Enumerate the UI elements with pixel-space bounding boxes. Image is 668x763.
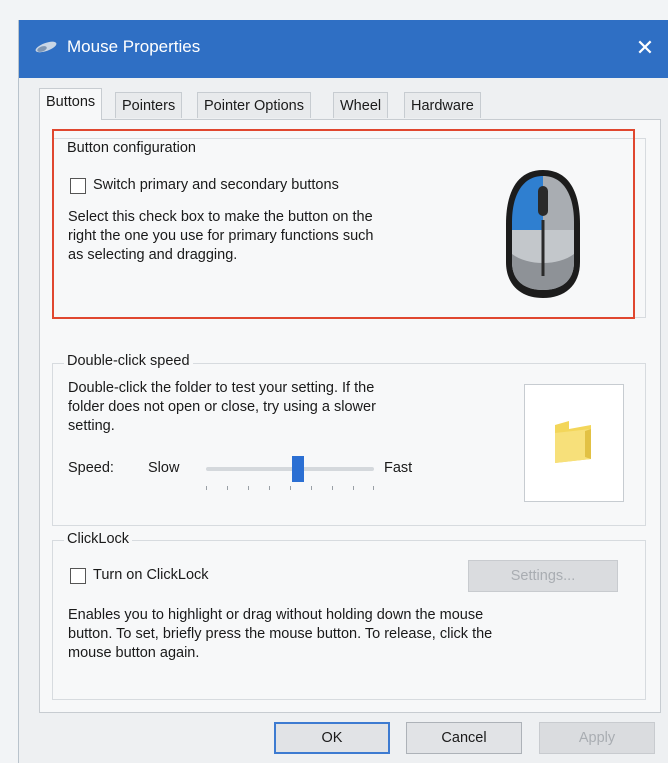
slider-track[interactable] bbox=[206, 467, 374, 471]
close-icon[interactable]: ✕ bbox=[629, 32, 661, 64]
window-title: Mouse Properties bbox=[67, 37, 201, 56]
title-bar[interactable]: Mouse Properties ✕ bbox=[19, 20, 668, 78]
clicklock-label: ClickLock bbox=[64, 531, 133, 547]
slider-tick bbox=[332, 486, 333, 490]
fast-label: Fast bbox=[384, 460, 413, 476]
clicklock-settings-button[interactable]: Settings... bbox=[468, 560, 618, 592]
double-click-speed-label: Double-click speed bbox=[64, 353, 193, 369]
slider-tick bbox=[269, 486, 270, 490]
slider-tick bbox=[373, 486, 374, 490]
clicklock-checkbox[interactable] bbox=[70, 568, 86, 584]
button-configuration-highlight bbox=[52, 129, 635, 319]
slider-tick bbox=[227, 486, 228, 490]
ok-button[interactable]: OK bbox=[274, 722, 390, 754]
tab-hardware[interactable]: Hardware bbox=[404, 92, 481, 118]
double-click-speed-slider[interactable] bbox=[206, 456, 374, 496]
slider-tick bbox=[311, 486, 312, 490]
tab-pointer-options[interactable]: Pointer Options bbox=[197, 92, 311, 118]
slider-tick bbox=[248, 486, 249, 490]
slider-thumb[interactable] bbox=[292, 456, 305, 482]
slider-tick bbox=[353, 486, 354, 490]
mouse-properties-window: Mouse Properties ✕ Buttons Pointers Poin… bbox=[18, 20, 668, 763]
folder-icon[interactable] bbox=[551, 419, 595, 470]
double-click-description-line-3: setting. bbox=[68, 418, 115, 434]
slider-tick bbox=[206, 486, 207, 490]
clicklock-checkbox-label[interactable]: Turn on ClickLock bbox=[93, 565, 209, 585]
apply-button[interactable]: Apply bbox=[539, 722, 655, 754]
tab-wheel[interactable]: Wheel bbox=[333, 92, 389, 118]
slider-tick bbox=[290, 486, 291, 490]
clicklock-description-line-3: mouse button again. bbox=[68, 645, 200, 661]
cancel-button[interactable]: Cancel bbox=[406, 722, 522, 754]
tab-pointers[interactable]: Pointers bbox=[115, 92, 183, 118]
clicklock-description-line-1: Enables you to highlight or drag without… bbox=[68, 607, 484, 623]
test-folder-area[interactable] bbox=[524, 384, 624, 502]
slow-label: Slow bbox=[148, 460, 180, 476]
mouse-app-icon bbox=[33, 38, 59, 61]
tab-strip: Buttons Pointers Pointer Options Wheel H… bbox=[39, 88, 659, 120]
double-click-description-line-2: folder does not open or close, try using… bbox=[68, 399, 376, 415]
tab-buttons[interactable]: Buttons bbox=[39, 88, 103, 120]
clicklock-description-line-2: button. To set, briefly press the mouse … bbox=[68, 626, 493, 642]
speed-label: Speed: bbox=[68, 460, 114, 476]
double-click-description-line-1: Double-click the folder to test your set… bbox=[68, 380, 375, 396]
